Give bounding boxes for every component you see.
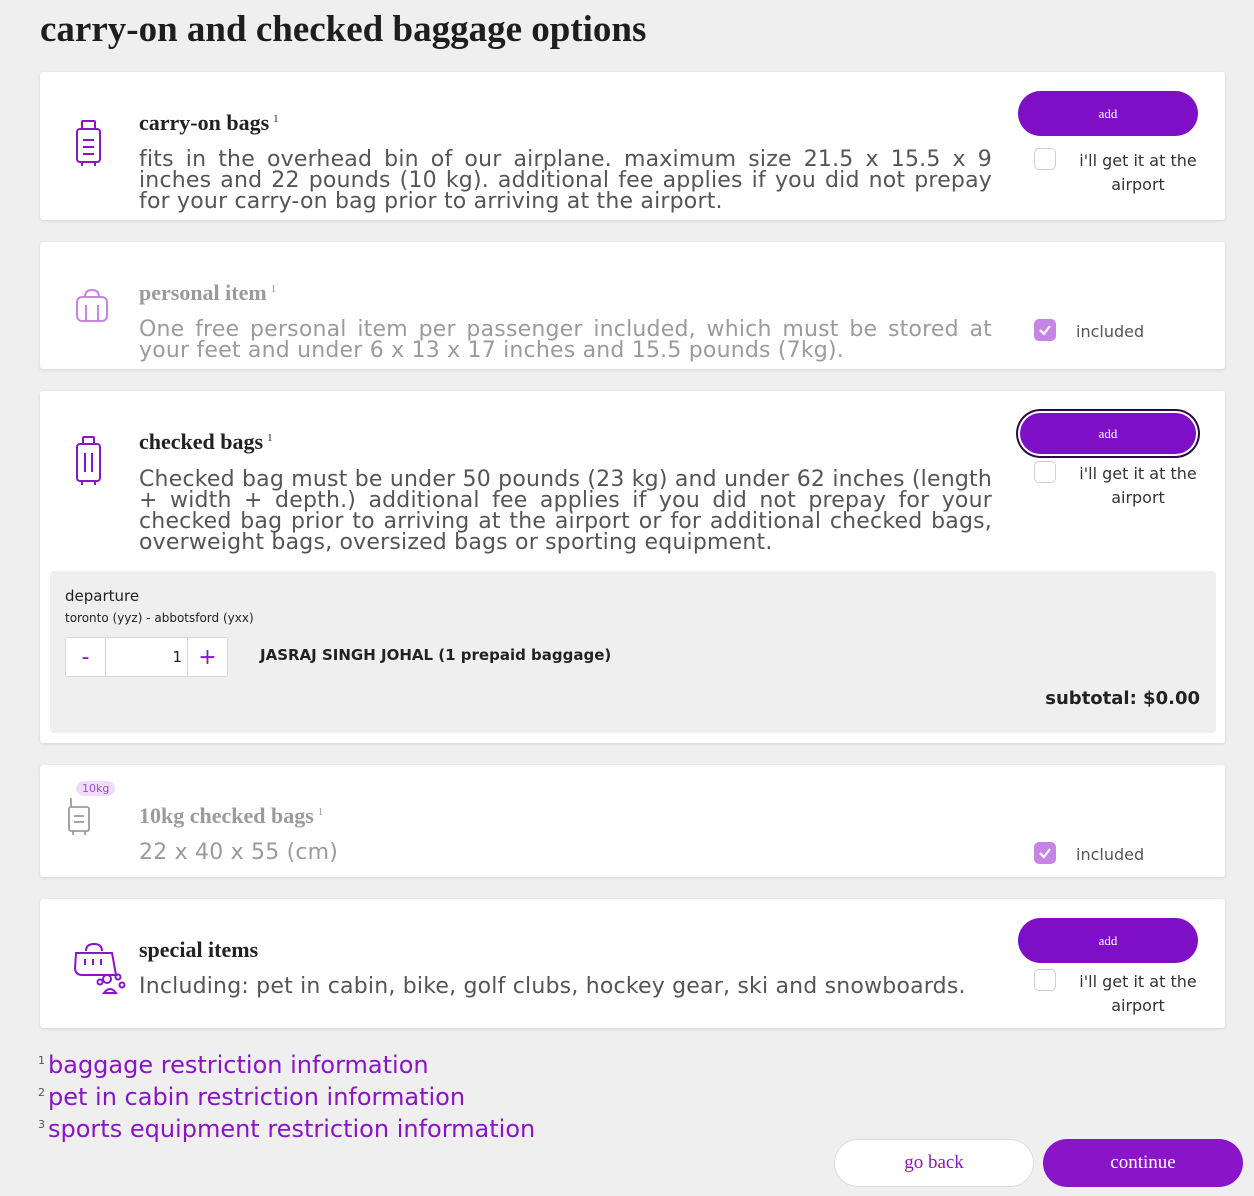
- subtotal: subtotal: $0.00: [1045, 688, 1200, 709]
- departure-panel: departure toronto (yyz) - abbotsford (yx…: [50, 571, 1216, 733]
- passenger-name: JASRAJ SINGH JOHAL (1 prepaid baggage): [260, 646, 612, 664]
- departure-route: toronto (yyz) - abbotsford (yxx): [65, 611, 254, 625]
- departure-title: departure: [65, 587, 140, 605]
- page-title: carry-on and checked baggage options: [40, 9, 647, 50]
- special-items-title: special items: [139, 937, 259, 962]
- footnote-marker: 1: [317, 805, 324, 818]
- personal-item-title: personal item 1: [139, 280, 276, 306]
- continue-button[interactable]: continue: [1043, 1139, 1243, 1187]
- checked-10kg-dimensions: 22 x 40 x 55 (cm): [139, 840, 339, 865]
- carry-on-airport-checkbox[interactable]: [1034, 148, 1056, 170]
- personal-item-card: personal item 1 One free personal item pe…: [40, 242, 1225, 369]
- sports-restriction-link[interactable]: 3 sports equipment restriction informatio…: [38, 1109, 536, 1143]
- baggage-restriction-link[interactable]: 1 baggage restriction information: [38, 1045, 535, 1079]
- footnote-marker: 1: [267, 431, 273, 444]
- checked-bags-title: checked bags 1: [139, 429, 273, 455]
- checked-bags-title-text: checked bags: [139, 429, 264, 454]
- small-checked-bag-icon: [66, 797, 96, 842]
- footnote-text: pet in cabin restriction information: [48, 1083, 466, 1111]
- footnote-marker: 1: [273, 112, 279, 125]
- footnote-links: 1 baggage restriction information 2 pet in…: [38, 1045, 536, 1143]
- personal-item-included-checkbox: [1034, 319, 1056, 341]
- carry-on-title: carry-on bags 1: [139, 110, 279, 136]
- footnote-text: sports equipment restriction information: [48, 1115, 536, 1143]
- footnote-marker: 1: [270, 282, 277, 295]
- add-special-item-button[interactable]: add: [1018, 918, 1198, 963]
- carry-on-title-text: carry-on bags: [139, 110, 270, 135]
- carry-on-description: fits in the overhead bin of our airplane…: [139, 147, 992, 214]
- checked-10kg-title: 10kg checked bags 1: [139, 803, 323, 829]
- checked-10kg-card: 10kg 10kg checked bags 1 22 x 40 x 55 (cm…: [40, 765, 1225, 877]
- checked-10kg-title-text: 10kg checked bags: [139, 803, 314, 828]
- special-items-description: Including: pet in cabin, bike, golf club…: [139, 974, 966, 999]
- special-items-card: special items Including: pet in cabin, b…: [40, 899, 1225, 1028]
- personal-item-title-text: personal item: [139, 280, 267, 305]
- bag-quantity-stepper: - +: [65, 637, 228, 677]
- weight-badge: 10kg: [76, 781, 116, 796]
- add-carry-on-button[interactable]: add: [1018, 91, 1198, 136]
- add-checked-bag-button[interactable]: add: [1020, 413, 1196, 454]
- special-airport-label[interactable]: i'll get it at the airport: [1068, 970, 1208, 1018]
- increment-button[interactable]: +: [187, 638, 227, 676]
- carry-on-bag-icon: [72, 119, 112, 176]
- checkmark-icon: [1039, 848, 1051, 859]
- checked-airport-label[interactable]: i'll get it at the airport: [1068, 462, 1208, 510]
- go-back-button[interactable]: go back: [834, 1139, 1034, 1187]
- checked-10kg-included-checkbox: [1034, 842, 1056, 864]
- footnote-number: 2: [38, 1086, 45, 1099]
- personal-item-description: One free personal item per passenger inc…: [139, 317, 992, 363]
- carry-on-card: carry-on bags 1 fits in the overhead bin …: [40, 72, 1225, 220]
- footnote-text: baggage restriction information: [48, 1051, 429, 1079]
- checked-bags-card: checked bags 1 Checked bag must be under …: [40, 391, 1225, 743]
- checked-bag-icon: [72, 435, 112, 492]
- personal-item-bag-icon: [72, 287, 112, 332]
- decrement-button[interactable]: -: [66, 638, 106, 676]
- personal-item-included-label: included: [1076, 322, 1145, 341]
- footnote-number: 3: [38, 1118, 45, 1131]
- bag-quantity-input[interactable]: [107, 638, 182, 676]
- checked-bags-description: Checked bag must be under 50 pounds (23 …: [139, 467, 992, 555]
- checked-10kg-included-label: included: [1076, 845, 1145, 864]
- carry-on-airport-label[interactable]: i'll get it at the airport: [1068, 149, 1208, 197]
- special-items-icon: [72, 941, 126, 1002]
- special-airport-checkbox[interactable]: [1034, 969, 1056, 991]
- checkmark-icon: [1039, 325, 1051, 336]
- pet-restriction-link[interactable]: 2 pet in cabin restriction information: [38, 1077, 535, 1111]
- checked-airport-checkbox[interactable]: [1034, 461, 1056, 483]
- footnote-number: 1: [38, 1054, 45, 1067]
